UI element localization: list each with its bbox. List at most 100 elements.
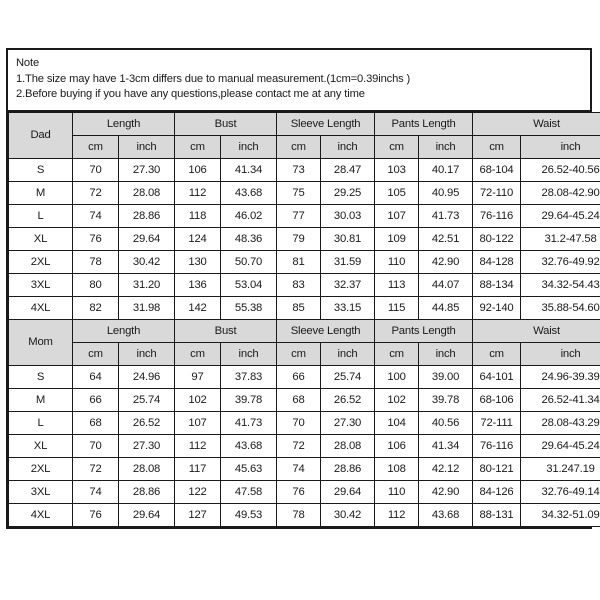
measurement-cell: 32.76-49.92	[520, 249, 600, 274]
measurement-cell: 76	[72, 502, 119, 527]
table-label-dad: Dad	[8, 111, 73, 159]
measurement-cell: 42.90	[418, 479, 474, 504]
unit-header-cm: cm	[374, 341, 420, 366]
table-row: XL 70 27.30 112 43.68 72 28.08 106 41.34 76-116 29…	[8, 433, 600, 458]
measurement-cell: 117	[174, 456, 222, 481]
measurement-cell: 109	[374, 226, 420, 251]
measurement-cell: 130	[174, 249, 222, 274]
note-block: Note 1.The size may have 1-3cm differs d…	[8, 50, 590, 112]
measurement-cell: 28.08	[117, 456, 176, 481]
measurement-cell: 106	[374, 433, 420, 458]
measurement-cell: 72	[276, 433, 322, 458]
table-label-mom: Mom	[8, 318, 73, 366]
size-label-cell: S	[8, 157, 73, 182]
measurement-cell: 41.34	[220, 157, 278, 182]
measurement-cell: 118	[174, 203, 222, 228]
measurement-cell: 64	[72, 364, 119, 389]
column-group-header: Bust	[174, 318, 278, 343]
measurement-cell: 42.51	[418, 226, 474, 251]
table-unit-header-row: cminchcminchcminchcminchcminchcminch	[9, 341, 600, 366]
measurement-cell: 113	[374, 272, 420, 297]
measurement-cell: 35.88-54.60	[520, 295, 600, 320]
measurement-cell: 32.37	[320, 272, 376, 297]
measurement-cell: 75	[276, 180, 322, 205]
measurement-cell: 74	[72, 479, 119, 504]
measurement-cell: 39.00	[418, 364, 474, 389]
measurement-cell: 29.64	[320, 479, 376, 504]
measurement-cell: 124	[174, 226, 222, 251]
measurement-cell: 64-101	[472, 364, 522, 389]
measurement-cell: 39.78	[220, 387, 278, 412]
size-label-cell: S	[8, 364, 73, 389]
unit-header-inch: inch	[220, 341, 278, 366]
column-group-header: Sleeve Length	[276, 111, 376, 136]
measurement-cell: 106	[174, 157, 222, 182]
measurement-cell: 68	[72, 410, 119, 435]
measurement-cell: 24.96	[117, 364, 176, 389]
size-label-cell: 3XL	[8, 272, 73, 297]
size-label-cell: M	[8, 387, 73, 412]
measurement-cell: 31.98	[117, 295, 176, 320]
measurement-cell: 80-122	[472, 226, 522, 251]
measurement-cell: 46.02	[220, 203, 278, 228]
measurement-cell: 112	[374, 502, 420, 527]
measurement-cell: 28.08	[117, 180, 176, 205]
table-row: 2XL 72 28.08 117 45.63 74 28.86 108 42.12 80-121 3…	[8, 456, 600, 481]
measurement-cell: 76-116	[472, 433, 522, 458]
measurement-cell: 76	[72, 226, 119, 251]
measurement-cell: 33.15	[320, 295, 376, 320]
unit-header-cm: cm	[276, 341, 322, 366]
measurement-cell: 43.68	[418, 502, 474, 527]
measurement-cell: 29.64	[117, 226, 176, 251]
size-label-cell: L	[8, 203, 73, 228]
measurement-cell: 29.64-45.24	[520, 433, 600, 458]
measurement-cell: 68-106	[472, 387, 522, 412]
column-group-header: Length	[71, 318, 176, 343]
table-row: 2XL 78 30.42 130 50.70 81 31.59 110 42.90 84-128 3…	[8, 249, 600, 274]
measurement-cell: 41.34	[418, 433, 474, 458]
size-label-cell: 4XL	[8, 295, 73, 320]
measurement-cell: 92-140	[472, 295, 522, 320]
measurement-cell: 84-128	[472, 249, 522, 274]
measurement-cell: 28.86	[320, 456, 376, 481]
measurement-cell: 55.38	[220, 295, 278, 320]
column-group-header: Length	[71, 111, 176, 136]
measurement-cell: 27.30	[320, 410, 376, 435]
measurement-cell: 40.95	[418, 180, 474, 205]
measurement-cell: 107	[374, 203, 420, 228]
measurement-cell: 108	[374, 456, 420, 481]
measurement-cell: 78	[72, 249, 119, 274]
measurement-cell: 72-110	[472, 180, 522, 205]
measurement-cell: 40.56	[418, 410, 474, 435]
measurement-cell: 102	[374, 387, 420, 412]
measurement-cell: 32.76-49.14	[520, 479, 600, 504]
measurement-cell: 26.52	[117, 410, 176, 435]
measurement-cell: 25.74	[117, 387, 176, 412]
note-title: Note	[16, 57, 40, 69]
measurement-cell: 83	[276, 272, 322, 297]
measurement-cell: 43.68	[220, 180, 278, 205]
unit-header-inch: inch	[117, 134, 176, 159]
measurement-cell: 27.30	[117, 433, 176, 458]
measurement-cell: 42.12	[418, 456, 474, 481]
measurement-cell: 27.30	[117, 157, 176, 182]
measurement-cell: 68	[276, 387, 322, 412]
measurement-cell: 34.32-51.09	[520, 502, 600, 527]
unit-header-cm: cm	[472, 341, 522, 366]
table-row: 4XL 82 31.98 142 55.38 85 33.15 115 44.85 92-140 3…	[8, 295, 600, 320]
column-group-header: Waist	[472, 111, 600, 136]
measurement-cell: 70	[72, 433, 119, 458]
measurement-cell: 79	[276, 226, 322, 251]
measurement-cell: 28.86	[117, 203, 176, 228]
measurement-cell: 88-131	[472, 502, 522, 527]
measurement-cell: 31.2-47.58	[520, 226, 600, 251]
measurement-cell: 80-121	[472, 456, 522, 481]
note-line-1: 1.The size may have 1-3cm differs due to…	[16, 72, 411, 85]
measurement-cell: 110	[374, 479, 420, 504]
table-row: L 68 26.52 107 41.73 70 27.30 104 40.56 72-111 28.…	[8, 410, 600, 435]
measurement-cell: 24.96-39.39	[520, 364, 600, 389]
measurement-cell: 66	[72, 387, 119, 412]
measurement-cell: 41.73	[220, 410, 278, 435]
measurement-cell: 30.42	[117, 249, 176, 274]
measurement-cell: 107	[174, 410, 222, 435]
